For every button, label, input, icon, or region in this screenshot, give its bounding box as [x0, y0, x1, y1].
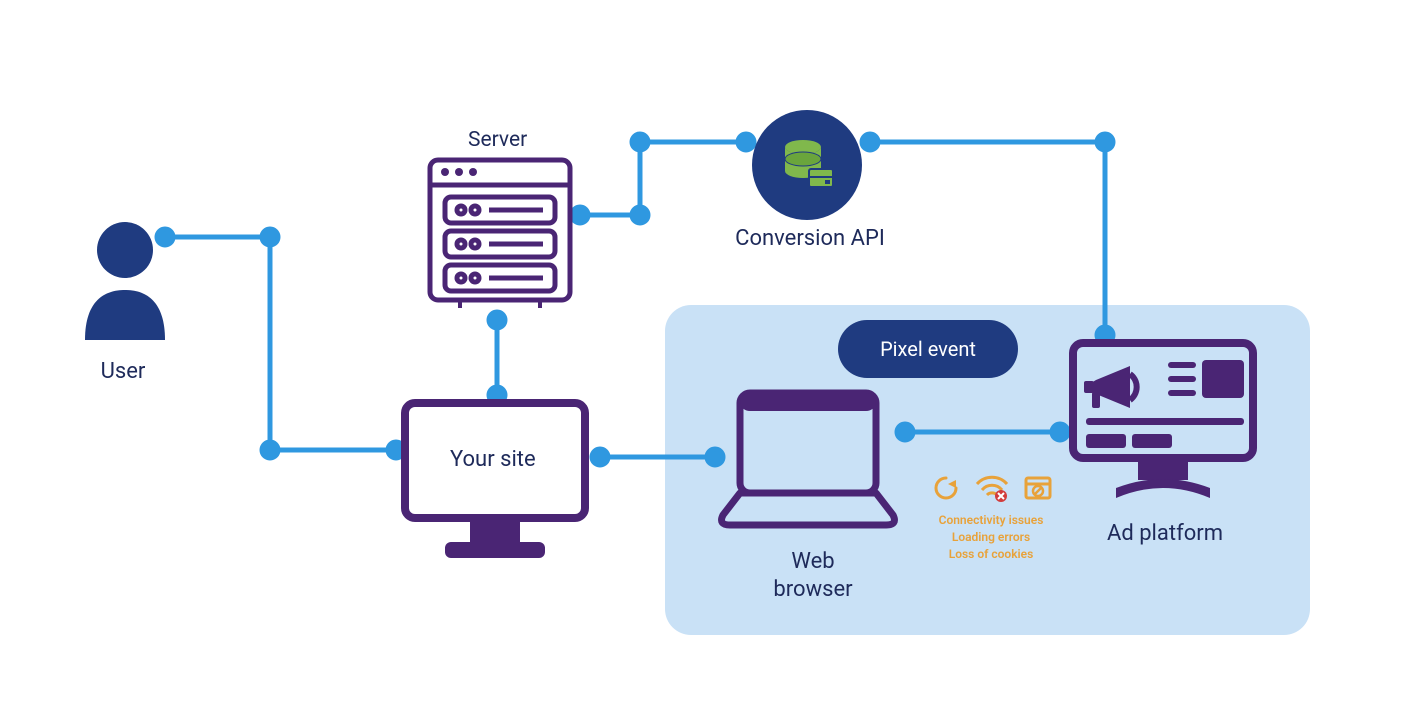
browser-block-icon [1024, 474, 1052, 502]
server-label: Server [468, 128, 527, 152]
refresh-icon [932, 474, 960, 502]
your-site-icon [400, 398, 590, 568]
web-browser-label: Web browser [758, 548, 868, 603]
server-icon [425, 155, 575, 310]
ad-platform-label: Ad platform [1090, 520, 1240, 548]
ad-platform-icon [1068, 338, 1258, 508]
diagram-stage: User Server [0, 0, 1406, 707]
issue-text: Connectivity issues Loading errors Loss … [906, 512, 1076, 562]
issue-line-1: Connectivity issues [906, 512, 1076, 529]
issue-line-3: Loss of cookies [906, 546, 1076, 563]
web-browser-icon [718, 385, 898, 530]
user-label: User [78, 358, 168, 386]
wifi-error-icon [975, 474, 1009, 502]
issue-line-2: Loading errors [906, 529, 1076, 546]
conversion-api-icon [752, 110, 862, 220]
your-site-label: Your site [450, 447, 536, 472]
user-icon [80, 220, 170, 340]
pixel-event-pill: Pixel event [838, 320, 1018, 378]
web-browser-label-line1: Web [791, 549, 834, 574]
web-browser-label-line2: browser [773, 577, 852, 602]
pixel-event-label: Pixel event [880, 337, 976, 361]
conversion-api-label: Conversion API [720, 225, 900, 253]
issue-icons-row [932, 472, 1052, 504]
